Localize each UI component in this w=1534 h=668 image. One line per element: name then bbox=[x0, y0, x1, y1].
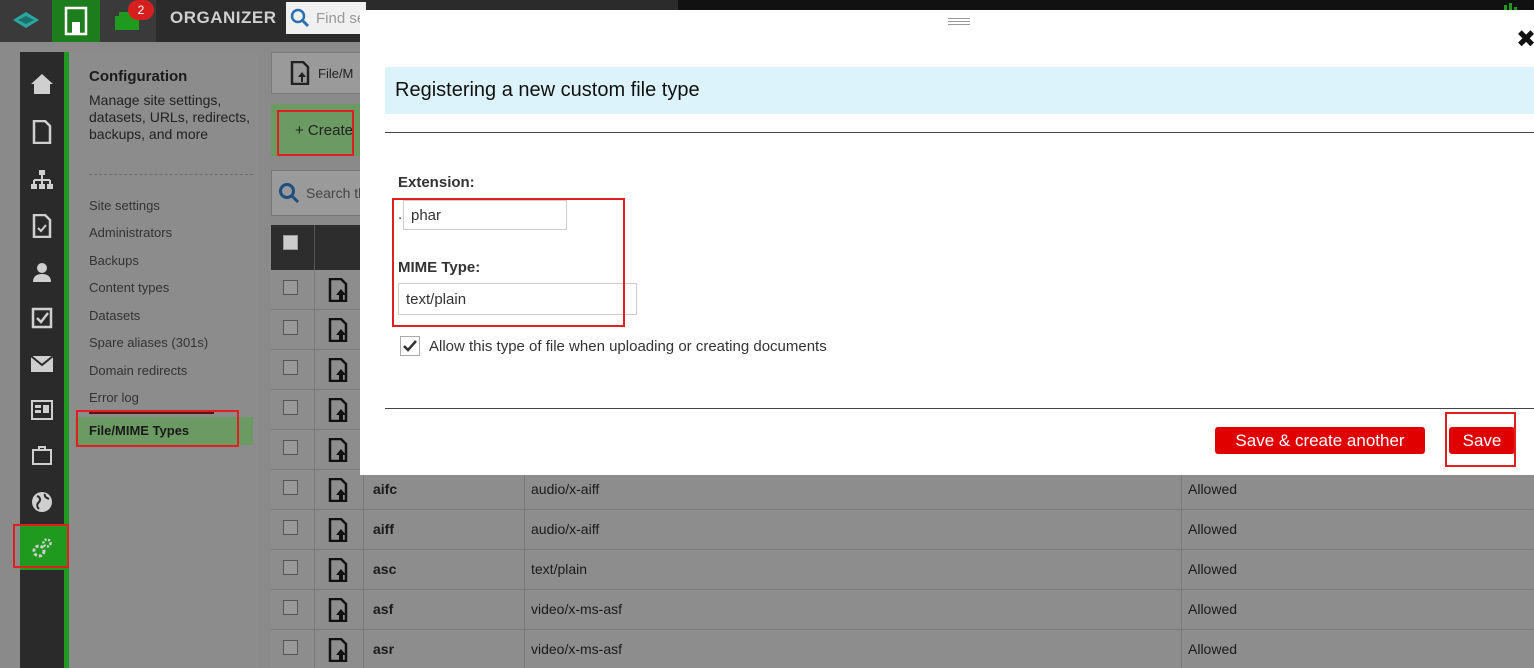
row-extension: asr bbox=[373, 641, 395, 657]
table-row[interactable]: aiff audio/x-aiff Allowed bbox=[271, 510, 1534, 550]
close-icon[interactable]: ✖ bbox=[1516, 28, 1534, 52]
mime-type-label: MIME Type: bbox=[398, 259, 481, 276]
configuration-title: Configuration bbox=[89, 68, 188, 85]
status-icon bbox=[1498, 0, 1522, 13]
row-checkbox[interactable] bbox=[283, 600, 298, 615]
nav-settings-gear-icon[interactable] bbox=[20, 526, 64, 570]
divider bbox=[385, 408, 1534, 409]
extension-prefix: . bbox=[398, 206, 403, 223]
row-status: Allowed bbox=[1181, 470, 1534, 510]
config-item-site-settings[interactable]: Site settings bbox=[89, 198, 160, 213]
row-checkbox[interactable] bbox=[283, 400, 298, 415]
file-type-icon bbox=[314, 630, 364, 668]
row-mime-type: video/x-ms-asf bbox=[524, 590, 1181, 630]
list-search-placeholder: Search th bbox=[306, 185, 366, 201]
nav-home-icon[interactable] bbox=[20, 62, 64, 106]
save-create-another-button[interactable]: Save & create another bbox=[1215, 427, 1425, 454]
config-item-datasets[interactable]: Datasets bbox=[89, 308, 140, 323]
search-icon bbox=[290, 8, 310, 28]
row-status: Allowed bbox=[1181, 630, 1534, 668]
config-item-spare-aliases[interactable]: Spare aliases (301s) bbox=[89, 335, 208, 350]
row-extension: asc bbox=[373, 561, 397, 577]
divider bbox=[89, 174, 253, 175]
configuration-description: Manage site settings, datasets, URLs, re… bbox=[89, 92, 251, 142]
config-item-domain-redirects[interactable]: Domain redirects bbox=[89, 363, 187, 378]
register-file-type-modal: ✖ Registering a new custom file type bbox=[360, 10, 1534, 475]
extension-label: Extension: bbox=[398, 174, 475, 191]
row-checkbox[interactable] bbox=[283, 520, 298, 535]
config-item-administrators[interactable]: Administrators bbox=[89, 225, 172, 240]
row-checkbox[interactable] bbox=[283, 640, 298, 655]
nav-users-icon[interactable] bbox=[20, 250, 64, 294]
allow-checkbox-label[interactable]: Allow this type of file when uploading o… bbox=[429, 338, 827, 355]
row-checkbox[interactable] bbox=[283, 360, 298, 375]
modal-title: Registering a new custom file type bbox=[385, 67, 1534, 114]
config-item-error-log[interactable]: Error log bbox=[89, 390, 139, 405]
row-mime-type: video/x-ms-asf bbox=[524, 630, 1181, 668]
table-row[interactable]: asc text/plain Allowed bbox=[271, 550, 1534, 590]
table-row[interactable]: aifc audio/x-aiff Allowed bbox=[271, 470, 1534, 510]
row-extension: aiff bbox=[373, 521, 394, 537]
global-search-placeholder: Find se bbox=[316, 9, 366, 27]
nav-layouts-icon[interactable] bbox=[20, 388, 64, 432]
allow-checkbox[interactable] bbox=[400, 336, 420, 356]
mime-type-input[interactable]: text/plain bbox=[398, 283, 637, 315]
row-mime-type: audio/x-aiff bbox=[524, 510, 1181, 550]
divider bbox=[385, 132, 1534, 133]
home-icon[interactable] bbox=[52, 0, 100, 42]
row-mime-type: audio/x-aiff bbox=[524, 470, 1181, 510]
app-title: ORGANIZER bbox=[170, 8, 277, 27]
breadcrumb-label: File/M bbox=[318, 65, 354, 81]
file-type-icon bbox=[314, 390, 364, 430]
icon-nav bbox=[20, 52, 64, 668]
file-type-icon bbox=[314, 270, 364, 310]
search-icon bbox=[279, 183, 300, 204]
inbox-badge: 2 bbox=[128, 0, 154, 20]
config-item-content-types[interactable]: Content types bbox=[89, 280, 169, 295]
row-status: Allowed bbox=[1181, 510, 1534, 550]
nav-sitemap-icon[interactable] bbox=[20, 158, 64, 202]
row-extension: aifc bbox=[373, 481, 398, 497]
nav-mail-icon[interactable] bbox=[20, 342, 64, 386]
nav-tasks-icon[interactable] bbox=[20, 296, 64, 340]
config-item-file-mime-types[interactable]: File/MIME Types bbox=[75, 417, 253, 445]
row-checkbox[interactable] bbox=[283, 560, 298, 575]
checkmark-icon bbox=[403, 340, 417, 352]
row-checkbox[interactable] bbox=[283, 440, 298, 455]
file-upload-icon bbox=[290, 61, 310, 85]
nav-documents-icon[interactable] bbox=[20, 204, 64, 248]
row-checkbox[interactable] bbox=[283, 320, 298, 335]
row-status: Allowed bbox=[1181, 590, 1534, 630]
file-type-icon bbox=[314, 510, 364, 550]
row-status: Allowed bbox=[1181, 550, 1534, 590]
drag-handle-icon[interactable] bbox=[948, 18, 970, 26]
divider bbox=[314, 225, 315, 270]
save-button[interactable]: Save bbox=[1449, 427, 1515, 454]
row-checkbox[interactable] bbox=[283, 280, 298, 295]
file-type-icon bbox=[314, 310, 364, 350]
nav-globe-icon[interactable] bbox=[20, 480, 64, 524]
nav-modules-icon[interactable] bbox=[20, 434, 64, 478]
file-type-icon bbox=[314, 350, 364, 390]
nav-pages-icon[interactable] bbox=[20, 110, 64, 154]
config-item-backups[interactable]: Backups bbox=[89, 253, 139, 268]
extension-input[interactable]: phar bbox=[403, 200, 567, 230]
file-type-icon bbox=[314, 590, 364, 630]
table-row[interactable]: asf video/x-ms-asf Allowed bbox=[271, 590, 1534, 630]
create-button[interactable]: + Create bbox=[271, 104, 366, 156]
file-type-icon bbox=[314, 430, 364, 470]
select-all-checkbox[interactable] bbox=[283, 235, 298, 250]
table-row[interactable]: asr video/x-ms-asf Allowed bbox=[271, 630, 1534, 668]
configuration-panel: Configuration Manage site settings, data… bbox=[69, 52, 257, 668]
app-logo-icon[interactable] bbox=[0, 0, 52, 42]
file-type-icon bbox=[314, 470, 364, 510]
top-right-area bbox=[678, 0, 1534, 13]
row-extension: asf bbox=[373, 601, 394, 617]
row-checkbox[interactable] bbox=[283, 480, 298, 495]
file-type-icon bbox=[314, 550, 364, 590]
global-search[interactable]: Find se bbox=[286, 2, 366, 34]
selection-marker bbox=[89, 410, 214, 414]
row-mime-type: text/plain bbox=[524, 550, 1181, 590]
list-search-input[interactable]: Search th bbox=[271, 170, 371, 216]
